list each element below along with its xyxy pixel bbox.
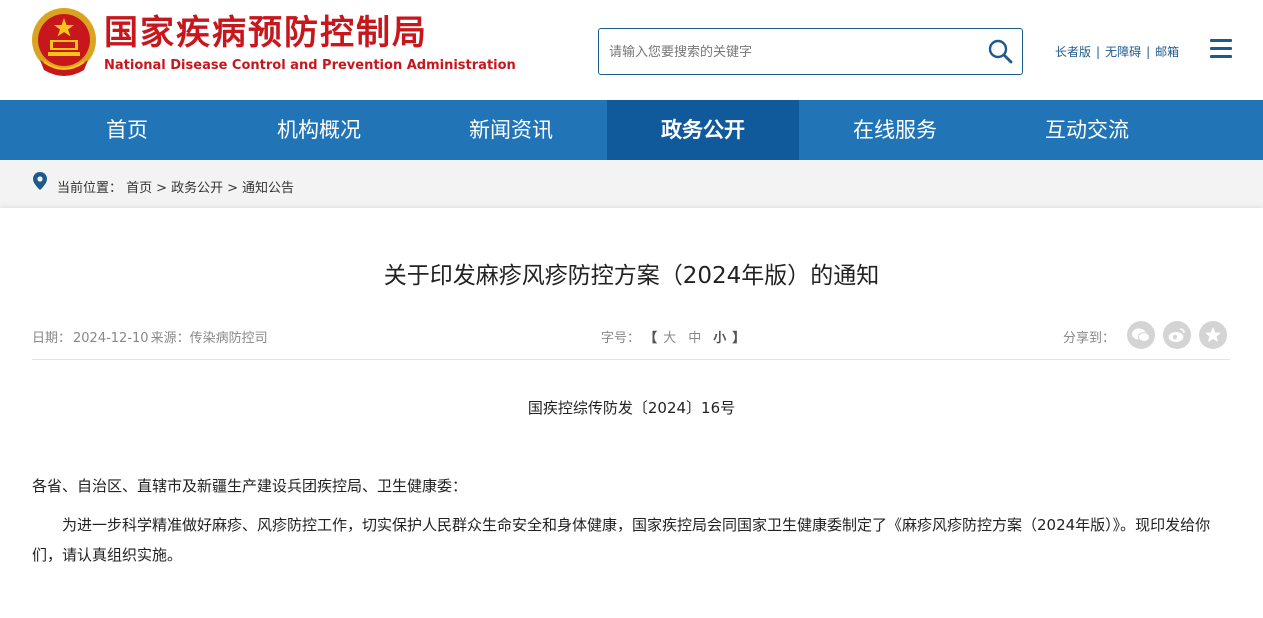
source-value: 传染病防控司 — [189, 331, 268, 346]
accessibility-link[interactable]: 无障碍 — [1105, 45, 1141, 59]
top-links: 长者版 | 无障碍 | 邮箱 — [1055, 43, 1179, 60]
article-title: 关于印发麻疹风疹防控方案（2024年版）的通知 — [383, 263, 880, 289]
breadcrumb-notices[interactable]: 通知公告 — [242, 181, 294, 196]
document-number: 国疾控综传防发〔2024〕16号 — [527, 399, 736, 417]
font-size-medium[interactable]: 中 — [688, 331, 701, 346]
font-size-large[interactable]: 大 — [663, 331, 676, 346]
breadcrumb-separator: > — [156, 181, 168, 196]
nav-item-government-affairs[interactable]: 政务公开 — [607, 100, 799, 160]
national-emblem-icon[interactable] — [30, 6, 98, 80]
site-header: 国家疾病预防控制局 National Disease Control and P… — [0, 0, 1263, 100]
font-size-bracket-open: 【 — [644, 331, 658, 346]
nav-item-news[interactable]: 新闻资讯 — [415, 100, 607, 160]
search-input[interactable] — [609, 39, 979, 65]
weibo-icon[interactable] — [1163, 321, 1191, 349]
link-separator: | — [1096, 45, 1101, 59]
main-nav: 首页 机构概况 新闻资讯 政务公开 在线服务 互动交流 — [0, 100, 1263, 160]
breadcrumb-path: 当前位置： 首页 > 政务公开 > 通知公告 — [57, 177, 294, 196]
date-label: 日期： — [32, 331, 72, 346]
mailbox-link[interactable]: 邮箱 — [1155, 45, 1179, 59]
breadcrumb-home[interactable]: 首页 — [126, 181, 152, 196]
meta-divider — [32, 359, 1230, 360]
nav-item-home[interactable]: 首页 — [31, 100, 223, 160]
location-pin-icon — [33, 172, 47, 190]
nav-item-interaction[interactable]: 互动交流 — [991, 100, 1183, 160]
wechat-icon[interactable] — [1127, 321, 1155, 349]
font-size-label: 字号： — [601, 331, 641, 346]
nav-item-online-services[interactable]: 在线服务 — [799, 100, 991, 160]
source-label: 来源： — [150, 331, 190, 346]
breadcrumb-prefix: 当前位置： — [57, 181, 123, 196]
elder-version-link[interactable]: 长者版 — [1055, 45, 1091, 59]
nav-item-about[interactable]: 机构概况 — [223, 100, 415, 160]
link-separator: | — [1146, 45, 1151, 59]
article-body-paragraph: 为进一步科学精准做好麻疹、风疹防控工作，切实保护人民群众生命安全和身体健康，国家… — [32, 516, 1211, 564]
article-meta: 日期： 2024-12-10 来源：传染病防控司 — [32, 327, 274, 346]
site-title-en[interactable]: National Disease Control and Prevention … — [104, 58, 516, 74]
share-icons — [1127, 321, 1229, 349]
search-icon[interactable] — [986, 37, 1016, 67]
article-panel: 关于印发麻疹风疹防控方案（2024年版）的通知 日期： 2024-12-10 来源：… — [0, 208, 1263, 618]
breadcrumb-government-affairs[interactable]: 政务公开 — [171, 181, 223, 196]
share-label: 分享到： — [1063, 331, 1116, 346]
font-size-bracket-close: 】 — [732, 331, 746, 346]
breadcrumb: 当前位置： 首页 > 政务公开 > 通知公告 — [0, 160, 1263, 208]
search-box — [598, 28, 1023, 75]
font-size-control: 字号： 【大中小】 — [601, 327, 745, 346]
article-salutation: 各省、自治区、直辖市及新疆生产建设兵团疾控局、卫生健康委： — [32, 477, 468, 495]
hamburger-menu-icon[interactable] — [1210, 39, 1232, 61]
site-title-cn[interactable]: 国家疾病预防控制局 — [104, 12, 428, 54]
font-size-small[interactable]: 小 — [713, 331, 726, 346]
favorite-star-icon[interactable] — [1199, 321, 1227, 349]
publish-date: 2024-12-10 — [73, 331, 149, 346]
breadcrumb-separator: > — [227, 181, 238, 196]
